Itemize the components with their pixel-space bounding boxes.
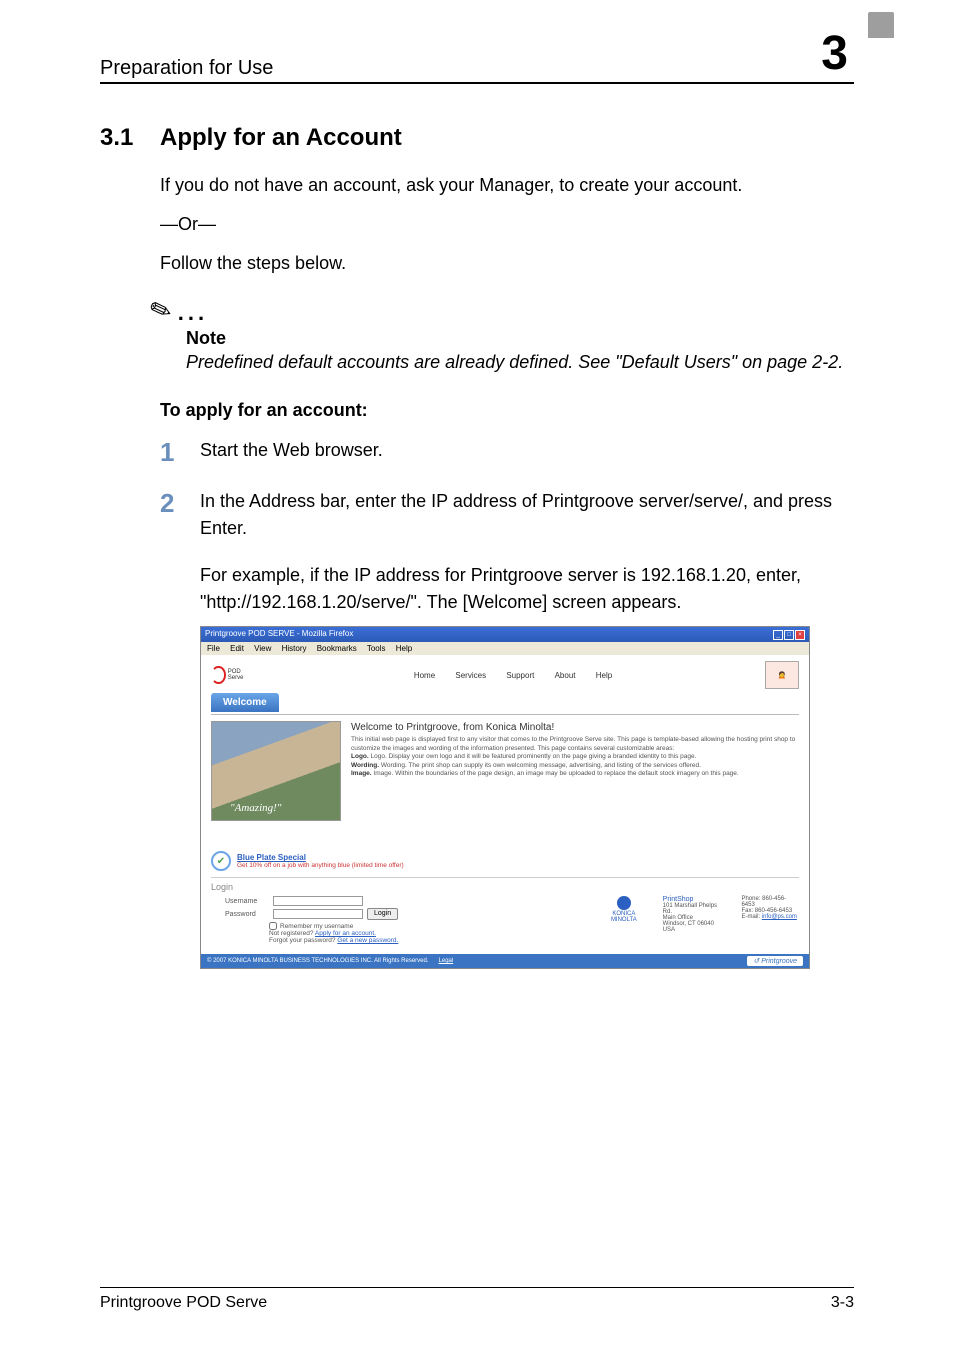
- page-footer: Printgroove POD Serve 3-3: [100, 1287, 854, 1312]
- nav-help[interactable]: Help: [596, 671, 612, 680]
- hero-image: "Amazing!": [211, 721, 341, 821]
- logo-text: POD Serve: [228, 669, 251, 681]
- intro-paragraph-1: If you do not have an account, ask your …: [160, 172, 854, 199]
- brand-dot-icon: [617, 896, 631, 910]
- email-link[interactable]: info@ps.com: [762, 914, 797, 920]
- forgot-password-link[interactable]: Get a new password.: [337, 937, 398, 944]
- blue-plate-subtitle: Get 10% off on a job with anything blue …: [237, 862, 404, 869]
- nav-services[interactable]: Services: [455, 671, 486, 680]
- user-avatar: 🙍: [765, 661, 799, 689]
- step-2-text: In the Address bar, enter the IP address…: [200, 488, 854, 542]
- footer-page-number: 3-3: [831, 1294, 854, 1312]
- welcome-screenshot: Printgroove POD SERVE - Mozilla Firefox …: [200, 626, 810, 969]
- intro-or: —Or—: [160, 211, 854, 238]
- browser-menubar[interactable]: File Edit View History Bookmarks Tools H…: [201, 642, 809, 655]
- remember-checkbox[interactable]: [269, 922, 277, 930]
- window-buttons[interactable]: _□×: [772, 629, 805, 640]
- addr-line-4: USA: [663, 927, 728, 933]
- footer-legal-link[interactable]: Legal: [439, 958, 454, 964]
- site-footer: © 2007 KONICA MINOLTA BUSINESS TECHNOLOG…: [201, 954, 809, 968]
- welcome-text: Welcome to Printgroove, from Konica Mino…: [351, 721, 799, 821]
- nav-support[interactable]: Support: [506, 671, 534, 680]
- apply-account-link[interactable]: Apply for an account.: [315, 930, 376, 937]
- section-heading: 3.1 Apply for an Account: [100, 124, 854, 152]
- login-heading: Login: [211, 882, 511, 892]
- welcome-heading: Welcome to Printgroove, from Konica Mino…: [351, 721, 799, 734]
- site-nav: Home Services Support About Help: [396, 671, 612, 680]
- apply-heading: To apply for an account:: [160, 400, 854, 421]
- step-1-number: 1: [160, 437, 200, 468]
- password-label: Password: [225, 911, 269, 918]
- remember-label: Remember my username: [280, 923, 353, 930]
- printshop-title: PrintShop: [663, 896, 728, 903]
- nav-home[interactable]: Home: [414, 671, 435, 680]
- welcome-tab[interactable]: Welcome: [211, 693, 279, 712]
- step-2: 2 In the Address bar, enter the IP addre…: [160, 488, 854, 542]
- footer-copyright: © 2007 KONICA MINOLTA BUSINESS TECHNOLOG…: [207, 958, 429, 964]
- forgot-password-text: Forgot your password?: [269, 937, 337, 944]
- login-button[interactable]: Login: [367, 908, 398, 920]
- blue-plate-title[interactable]: Blue Plate Special: [237, 853, 404, 862]
- welcome-image-line: Image. Within the boundaries of the page…: [373, 770, 738, 777]
- step-2-followup: For example, if the IP address for Print…: [200, 562, 854, 616]
- section-title: Apply for an Account: [160, 124, 402, 152]
- window-title: Printgroove POD SERVE - Mozilla Firefox: [205, 629, 353, 640]
- welcome-paragraph: This initial web page is displayed first…: [351, 736, 799, 753]
- printgroove-badge: Printgroove: [747, 956, 803, 966]
- step-2-number: 2: [160, 488, 200, 542]
- phone-line: Phone: 860-456-6453: [741, 896, 799, 908]
- welcome-wording-line: Wording. The print shop can supply its o…: [381, 762, 701, 769]
- blue-plate-special[interactable]: ✔ Blue Plate Special Get 10% off on a jo…: [211, 851, 799, 871]
- username-input[interactable]: [273, 896, 363, 906]
- menu-view[interactable]: View: [254, 644, 271, 653]
- step-1: 1 Start the Web browser.: [160, 437, 854, 468]
- menu-tools[interactable]: Tools: [367, 644, 386, 653]
- username-label: Username: [225, 898, 269, 905]
- chapter-number: 3: [815, 30, 854, 80]
- logo-swirl-icon: [211, 666, 226, 684]
- note-dots: ...: [178, 300, 208, 326]
- note-heading: Note: [186, 328, 854, 349]
- step-1-text: Start the Web browser.: [200, 437, 854, 468]
- welcome-logo-line: Logo. Display your own logo and it will …: [371, 753, 697, 760]
- hero-caption: "Amazing!": [230, 802, 281, 814]
- addr-line-1: 101 Marshall Phelps Rd.: [663, 903, 728, 915]
- check-circle-icon: ✔: [211, 851, 231, 871]
- brand-name: KONICA MINOLTA: [599, 911, 649, 923]
- not-registered-text: Not registered?: [269, 930, 315, 937]
- maximize-icon[interactable]: □: [784, 630, 794, 640]
- minimize-icon[interactable]: _: [773, 630, 783, 640]
- menu-file[interactable]: File: [207, 644, 220, 653]
- close-icon[interactable]: ×: [795, 630, 805, 640]
- menu-bookmarks[interactable]: Bookmarks: [317, 644, 357, 653]
- footer-product: Printgroove POD Serve: [100, 1294, 267, 1312]
- note-icon: ✎: [145, 292, 176, 329]
- page-header: Preparation for Use 3: [100, 30, 854, 84]
- password-input[interactable]: [273, 909, 363, 919]
- section-number: 3.1: [100, 124, 160, 152]
- browser-titlebar: Printgroove POD SERVE - Mozilla Firefox …: [201, 627, 809, 642]
- note-block: ✎ ... Note Predefined default accounts a…: [160, 295, 854, 376]
- nav-about[interactable]: About: [555, 671, 576, 680]
- menu-history[interactable]: History: [282, 644, 307, 653]
- page-tab-decoration: [868, 12, 894, 38]
- email-label: E-mail:: [741, 914, 761, 920]
- header-title: Preparation for Use: [100, 57, 273, 80]
- menu-help[interactable]: Help: [396, 644, 412, 653]
- note-text: Predefined default accounts are already …: [186, 349, 854, 376]
- menu-edit[interactable]: Edit: [230, 644, 244, 653]
- app-logo: POD Serve: [211, 665, 251, 685]
- intro-paragraph-2: Follow the steps below.: [160, 250, 854, 277]
